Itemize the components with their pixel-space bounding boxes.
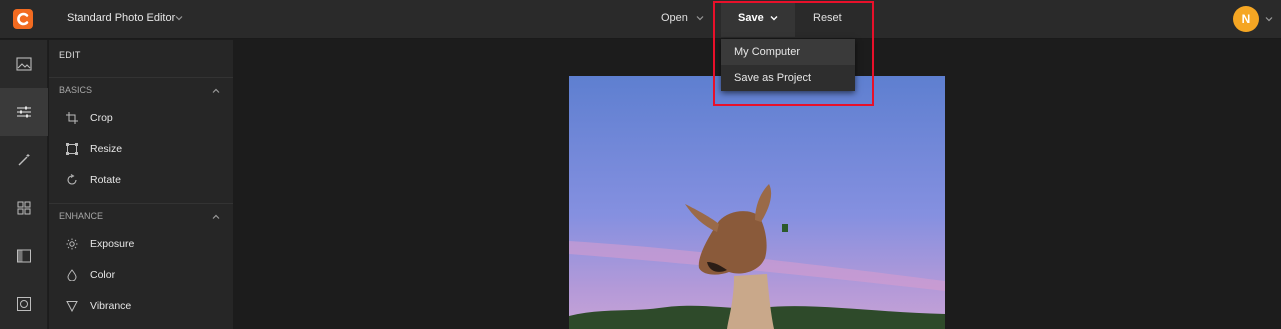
- rotate-icon: [67, 174, 77, 185]
- tool-label: Crop: [90, 112, 113, 124]
- tool-exposure[interactable]: Exposure: [49, 230, 233, 260]
- edit-panel: EDIT BASICS Crop Resize Rotate ENHANCE E…: [49, 40, 233, 329]
- magic-wand-icon: [18, 154, 30, 166]
- tool-label: Resize: [90, 143, 123, 155]
- chevron-down-icon[interactable]: [1264, 14, 1274, 24]
- section-label: BASICS: [59, 85, 93, 95]
- highlight-annotation: [713, 1, 874, 106]
- color-drop-icon: [67, 269, 77, 281]
- top-bar: Standard Photo Editor Open Save Reset N: [0, 0, 1281, 39]
- tool-rail: [0, 40, 48, 329]
- frame-icon: [17, 297, 31, 311]
- tool-crop[interactable]: Crop: [49, 104, 233, 134]
- rail-item-panels[interactable]: [0, 232, 48, 280]
- chevron-up-icon: [212, 88, 220, 93]
- tool-label: Vibrance: [90, 300, 132, 312]
- panel-icon: [17, 249, 31, 263]
- tool-label: Exposure: [90, 238, 135, 250]
- section-basics-header[interactable]: BASICS: [49, 80, 233, 102]
- grid-icon: [17, 201, 31, 215]
- vibrance-icon: [66, 301, 78, 312]
- rail-item-adjust[interactable]: [0, 88, 48, 136]
- tool-label: Rotate: [90, 174, 121, 186]
- divider: [49, 77, 233, 78]
- image-icon: [16, 57, 32, 71]
- rail-item-layouts[interactable]: [0, 184, 48, 232]
- resize-icon: [66, 143, 78, 155]
- section-label: ENHANCE: [59, 211, 104, 221]
- chevron-up-icon: [212, 214, 220, 219]
- rail-item-frames[interactable]: [0, 280, 48, 328]
- avatar[interactable]: N: [1233, 6, 1259, 32]
- open-button[interactable]: Open: [661, 12, 688, 24]
- rail-item-image[interactable]: [0, 40, 48, 88]
- tool-vibrance[interactable]: Vibrance: [49, 292, 233, 322]
- sliders-icon: [17, 106, 31, 118]
- tool-label: Color: [90, 269, 116, 281]
- photo-preview[interactable]: [569, 76, 945, 329]
- crop-icon: [66, 112, 78, 124]
- panel-title: EDIT: [59, 50, 81, 60]
- app-title[interactable]: Standard Photo Editor: [67, 12, 175, 24]
- divider: [49, 203, 233, 204]
- deer-photo: [569, 76, 945, 329]
- chevron-down-icon[interactable]: [695, 13, 705, 23]
- section-enhance-header[interactable]: ENHANCE: [49, 206, 233, 228]
- exposure-icon: [66, 238, 78, 250]
- tool-color[interactable]: Color: [49, 261, 233, 291]
- tool-resize[interactable]: Resize: [49, 135, 233, 165]
- tool-rotate[interactable]: Rotate: [49, 166, 233, 196]
- app-logo-icon[interactable]: [13, 9, 33, 29]
- rail-item-effects[interactable]: [0, 136, 48, 184]
- chevron-down-icon[interactable]: [174, 13, 184, 23]
